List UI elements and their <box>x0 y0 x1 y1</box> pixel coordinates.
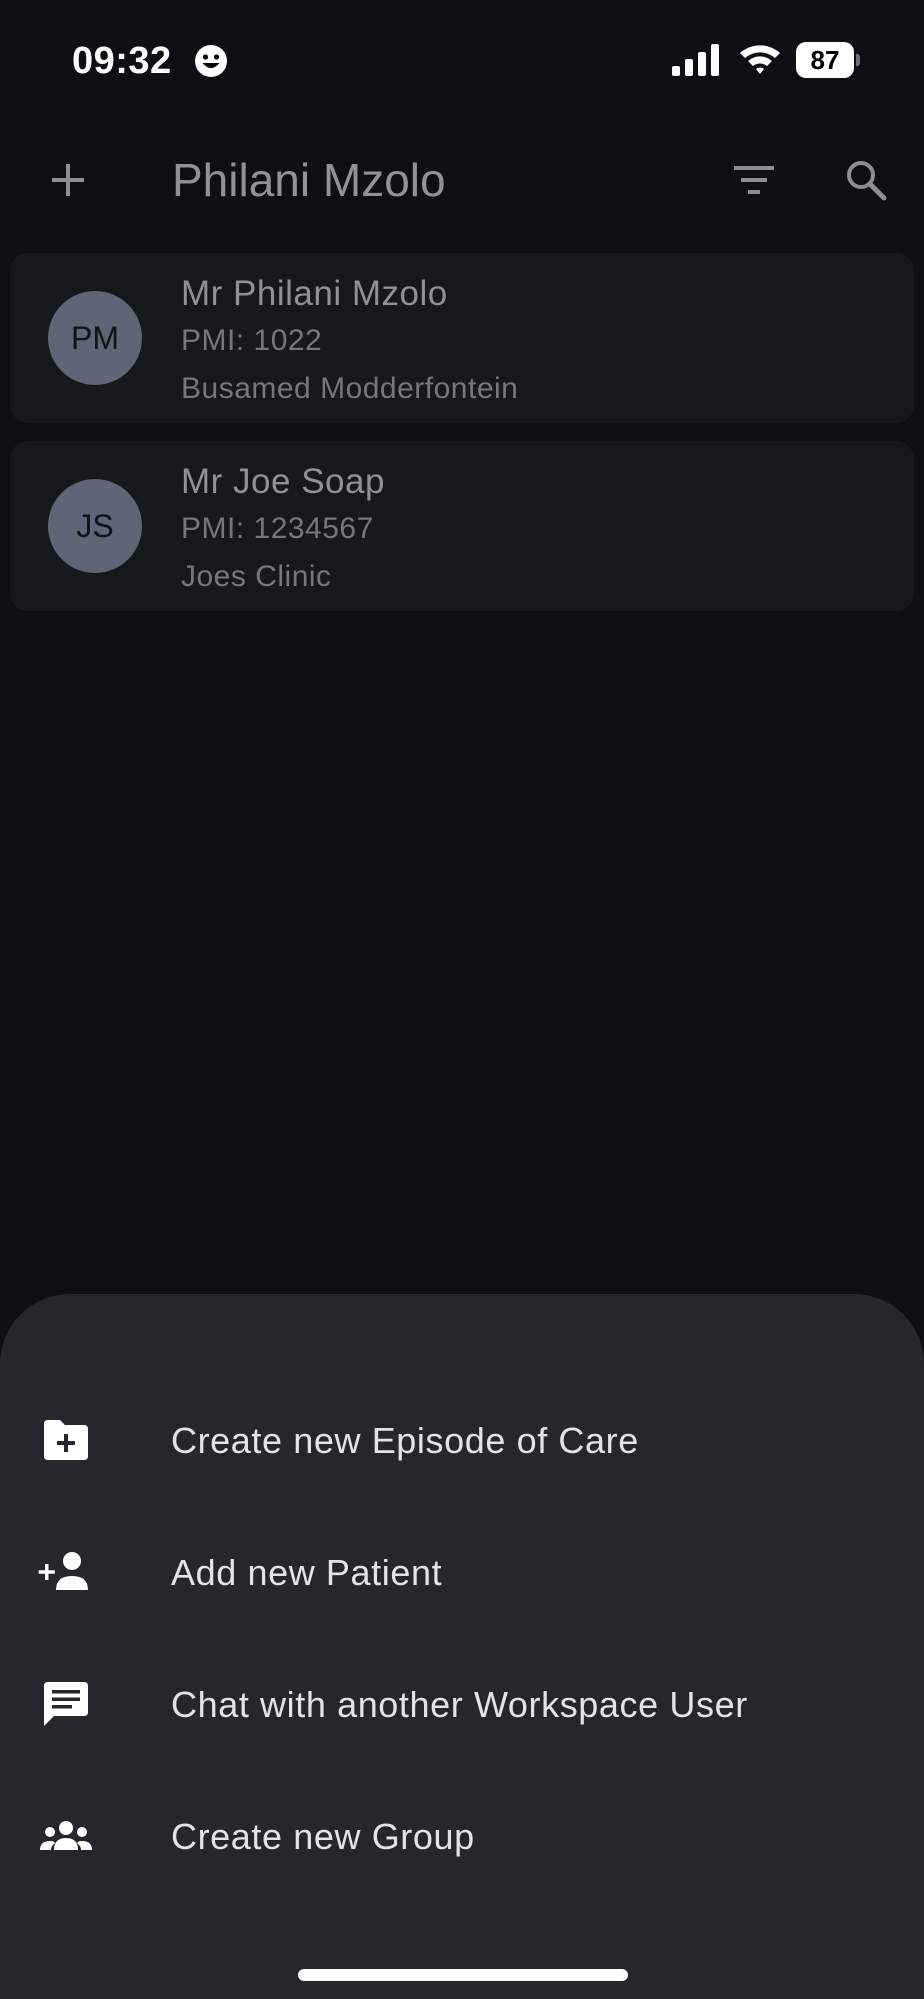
patient-pmi: PMI: 1234567 <box>181 512 374 545</box>
battery-cap <box>856 54 860 66</box>
sheet-item-label: Chat with another Workspace User <box>171 1684 748 1725</box>
page-title: Philani Mzolo <box>172 154 446 206</box>
chat-workspace-user-item[interactable]: Chat with another Workspace User <box>0 1638 924 1770</box>
sheet-item-label: Create new Group <box>171 1816 475 1857</box>
chat-icon <box>44 1682 88 1726</box>
sheet-item-label: Add new Patient <box>171 1552 443 1593</box>
sheet-item-label: Create new Episode of Care <box>171 1420 639 1461</box>
status-time: 09:32 <box>72 40 172 82</box>
filter-icon[interactable] <box>726 152 782 208</box>
person-add-icon <box>38 1552 88 1590</box>
avatar: JS <box>48 479 142 573</box>
app-bar: Philani Mzolo <box>0 130 924 230</box>
folder-add-icon <box>44 1420 88 1460</box>
action-bottom-sheet: Create new Episode of Care Add new Patie… <box>0 1294 924 1999</box>
add-new-patient-item[interactable]: Add new Patient <box>0 1506 924 1638</box>
home-indicator[interactable] <box>298 1969 628 1981</box>
status-bar: 09:32 87 <box>0 0 924 120</box>
patient-pmi: PMI: 1022 <box>181 324 323 357</box>
create-new-group-item[interactable]: Create new Group <box>0 1770 924 1902</box>
app-screen: 09:32 87 Philani Mzolo PM Mr Philani Mzo… <box>0 0 924 1999</box>
battery-level: 87 <box>810 45 840 75</box>
patient-name: Mr Joe Soap <box>181 462 385 501</box>
group-icon <box>40 1821 92 1850</box>
search-icon[interactable] <box>838 152 894 208</box>
wifi-icon <box>740 45 780 74</box>
avatar: PM <box>48 291 142 385</box>
cellular-signal-icon <box>672 44 719 76</box>
battery-icon: 87 <box>796 42 860 78</box>
create-episode-of-care-item[interactable]: Create new Episode of Care <box>0 1374 924 1506</box>
patient-card[interactable]: PM Mr Philani Mzolo PMI: 1022 Busamed Mo… <box>10 253 914 423</box>
patient-clinic: Busamed Modderfontein <box>181 372 519 405</box>
patient-clinic: Joes Clinic <box>181 560 332 593</box>
add-icon[interactable] <box>40 152 96 208</box>
smiley-face-icon <box>195 45 227 77</box>
patient-list: PM Mr Philani Mzolo PMI: 1022 Busamed Mo… <box>10 253 914 629</box>
patient-card[interactable]: JS Mr Joe Soap PMI: 1234567 Joes Clinic <box>10 441 914 611</box>
patient-name: Mr Philani Mzolo <box>181 274 448 313</box>
